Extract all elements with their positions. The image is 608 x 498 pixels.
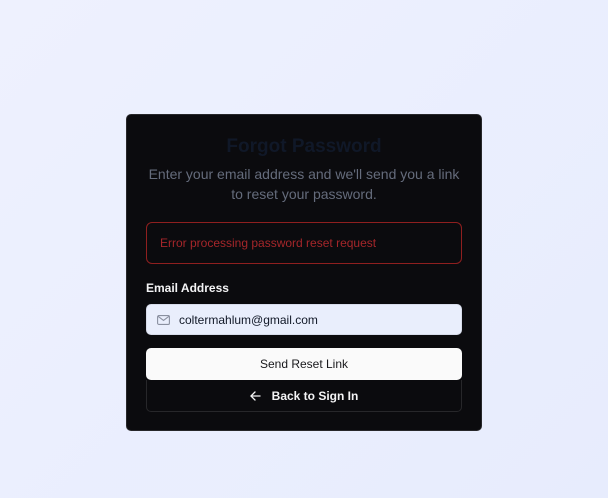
email-input[interactable]: [179, 312, 449, 327]
back-to-sign-in-button[interactable]: Back to Sign In: [146, 380, 462, 412]
email-label: Email Address: [146, 281, 229, 295]
forgot-password-card: Forgot Password Enter your email address…: [126, 114, 482, 431]
error-alert: Error processing password reset request: [146, 222, 462, 264]
page-subtitle: Enter your email address and we'll send …: [148, 166, 460, 202]
email-field-wrapper[interactable]: [146, 304, 462, 335]
mail-icon: [156, 314, 170, 326]
arrow-left-icon: [250, 390, 261, 401]
send-reset-link-label: Send Reset Link: [259, 357, 349, 371]
back-to-sign-in-label: Back to Sign In: [271, 388, 359, 403]
send-reset-link-button[interactable]: Send Reset Link: [146, 348, 462, 380]
page-title: Forgot Password: [226, 136, 382, 157]
error-message: Error processing password reset request: [160, 236, 377, 250]
